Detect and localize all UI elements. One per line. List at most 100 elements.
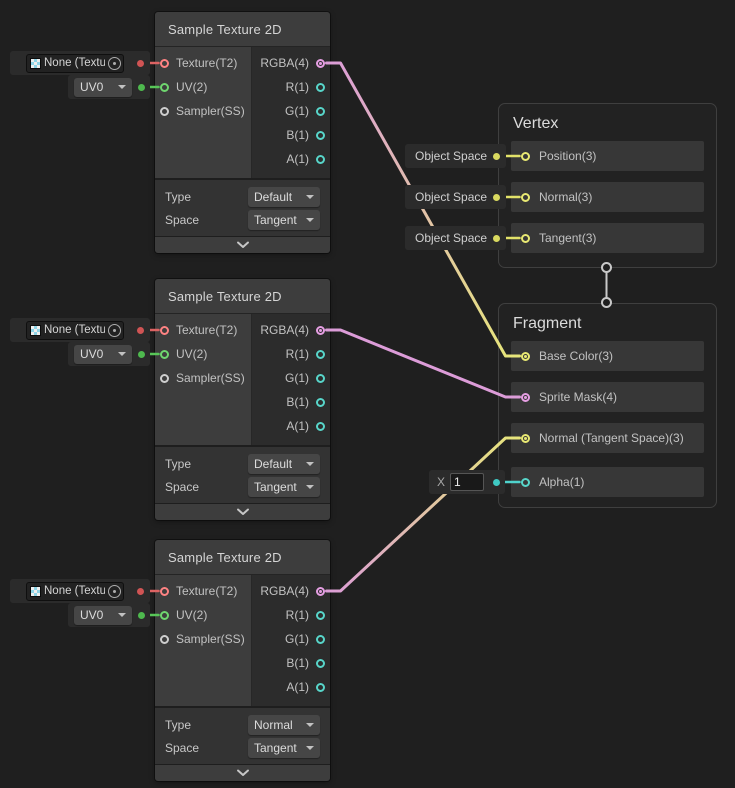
- t3-out-b-port[interactable]: [316, 659, 325, 668]
- t3-out-g-port[interactable]: [316, 635, 325, 644]
- port-label: A(1): [286, 152, 309, 166]
- space-dropdown[interactable]: Tangent: [248, 477, 320, 497]
- t2-out-g-port[interactable]: [316, 374, 325, 383]
- chevron-down-icon: [306, 485, 314, 489]
- shader-graph-canvas[interactable]: Sample Texture 2D Texture(T2) UV(2) Sample…: [0, 0, 735, 788]
- f-basecolor-row: Base Color(3): [511, 341, 704, 371]
- t2-out-r-port[interactable]: [316, 350, 325, 359]
- space-dropdown[interactable]: Tangent: [248, 738, 320, 758]
- type-dropdown[interactable]: Normal: [248, 715, 320, 735]
- t1-in-texture-port[interactable]: [160, 59, 169, 68]
- v-position-row: Position(3): [511, 141, 704, 171]
- node-title-bar[interactable]: Sample Texture 2D: [155, 279, 330, 314]
- t2-in-sampler-port[interactable]: [160, 374, 169, 383]
- t1-in-sampler-port[interactable]: [160, 107, 169, 116]
- uv-channel-dropdown[interactable]: UV0: [74, 606, 132, 625]
- alpha-value-input[interactable]: [450, 473, 484, 491]
- port-label: A(1): [286, 680, 309, 694]
- type-setting-row: Type Default: [155, 185, 330, 208]
- v-position-port[interactable]: [521, 152, 530, 161]
- node-title: Sample Texture 2D: [168, 550, 282, 565]
- space-value-label[interactable]: Object Space: [415, 231, 487, 245]
- port-connector-dot[interactable]: [137, 327, 144, 334]
- t2-out-b-port[interactable]: [316, 398, 325, 407]
- t1-out-r-port[interactable]: [316, 83, 325, 92]
- port-connector-dot[interactable]: [493, 153, 500, 160]
- port-connector-dot[interactable]: [138, 351, 145, 358]
- texture-object-field[interactable]: None (Textu: [26, 54, 124, 73]
- t2-out-rgba-port[interactable]: [316, 326, 325, 335]
- port-label: Base Color(3): [539, 349, 613, 363]
- port-label: G(1): [285, 632, 309, 646]
- t3-in-sampler-port[interactable]: [160, 635, 169, 644]
- t1-out-b-port[interactable]: [316, 131, 325, 140]
- port-connector-dot[interactable]: [493, 194, 500, 201]
- type-dropdown[interactable]: Default: [248, 187, 320, 207]
- f-normalts-port[interactable]: [521, 434, 530, 443]
- space-value-label[interactable]: Object Space: [415, 149, 487, 163]
- object-picker-icon[interactable]: [108, 57, 121, 70]
- type-dropdown[interactable]: Default: [248, 454, 320, 474]
- t2-in-texture-port[interactable]: [160, 326, 169, 335]
- t3-out-rgba-port[interactable]: [316, 587, 325, 596]
- edge[interactable]: [327, 330, 520, 397]
- vertex-context-node[interactable]: Vertex Position(3)Normal(3)Tangent(3): [498, 103, 717, 268]
- port-label: A(1): [286, 419, 309, 433]
- input-port-row: Sampler(SS): [155, 627, 251, 651]
- texture-object-field[interactable]: None (Textu: [26, 582, 124, 601]
- t1-out-rgba-port[interactable]: [316, 59, 325, 68]
- fragment-context-node[interactable]: Fragment Base Color(3)Sprite Mask(4)Norm…: [498, 303, 717, 508]
- texture-object-field[interactable]: None (Textu: [26, 321, 124, 340]
- port-connector-dot[interactable]: [137, 60, 144, 67]
- uv-channel-dropdown[interactable]: UV0: [74, 345, 132, 364]
- t2-in-uv-port[interactable]: [160, 350, 169, 359]
- t1-out-a-port[interactable]: [316, 155, 325, 164]
- input-port-row: UV(2): [155, 342, 251, 366]
- input-port-row: Texture(T2): [155, 51, 251, 75]
- sample-texture-2d-node-1[interactable]: Sample Texture 2D Texture(T2)UV(2)Sample…: [155, 12, 330, 253]
- output-port-row: B(1): [252, 123, 330, 147]
- port-connector-dot[interactable]: [137, 588, 144, 595]
- uv-channel-dropdown[interactable]: UV0: [74, 78, 132, 97]
- collapse-preview-button[interactable]: [155, 236, 330, 253]
- edge[interactable]: [327, 63, 520, 356]
- space-label: Space: [165, 480, 248, 494]
- f-basecolor-port[interactable]: [521, 352, 530, 361]
- v-normal-port[interactable]: [521, 193, 530, 202]
- t2-out-a-port[interactable]: [316, 422, 325, 431]
- space-dropdown[interactable]: Tangent: [248, 210, 320, 230]
- collapse-preview-button[interactable]: [155, 503, 330, 520]
- port-label: Alpha(1): [539, 475, 584, 489]
- output-ports-column: RGBA(4)R(1)G(1)B(1)A(1): [252, 575, 330, 706]
- t1-in-uv-port[interactable]: [160, 83, 169, 92]
- t3-out-r-port[interactable]: [316, 611, 325, 620]
- t1-out-g-port[interactable]: [316, 107, 325, 116]
- v-tangent-port[interactable]: [521, 234, 530, 243]
- edge[interactable]: [327, 438, 520, 591]
- f-alpha-port[interactable]: [521, 478, 530, 487]
- node-title-bar[interactable]: Sample Texture 2D: [155, 540, 330, 575]
- fragment-block-connector[interactable]: [601, 297, 612, 308]
- vertex-block-connector[interactable]: [601, 262, 612, 273]
- sample-texture-2d-node-2[interactable]: Sample Texture 2D Texture(T2)UV(2)Sample…: [155, 279, 330, 520]
- node-title-bar[interactable]: Sample Texture 2D: [155, 12, 330, 47]
- uv-channel-value: UV0: [80, 80, 103, 94]
- object-picker-icon[interactable]: [108, 324, 121, 337]
- port-connector-dot[interactable]: [138, 84, 145, 91]
- type-label: Type: [165, 718, 248, 732]
- chevron-down-icon: [306, 218, 314, 222]
- port-connector-dot[interactable]: [493, 479, 500, 486]
- texture-field-value: None (Textu: [44, 57, 105, 69]
- port-connector-dot[interactable]: [493, 235, 500, 242]
- t3-in-texture-port[interactable]: [160, 587, 169, 596]
- space-value-label[interactable]: Object Space: [415, 190, 487, 204]
- sample-texture-2d-node-3[interactable]: Sample Texture 2D Texture(T2)UV(2)Sample…: [155, 540, 330, 781]
- port-connector-dot[interactable]: [138, 612, 145, 619]
- collapse-preview-button[interactable]: [155, 764, 330, 781]
- f-spritemask-port[interactable]: [521, 393, 530, 402]
- object-picker-icon[interactable]: [108, 585, 121, 598]
- port-label: Texture(T2): [176, 323, 237, 337]
- texture-object-field-chip: None (Textu: [10, 51, 150, 75]
- t3-out-a-port[interactable]: [316, 683, 325, 692]
- t3-in-uv-port[interactable]: [160, 611, 169, 620]
